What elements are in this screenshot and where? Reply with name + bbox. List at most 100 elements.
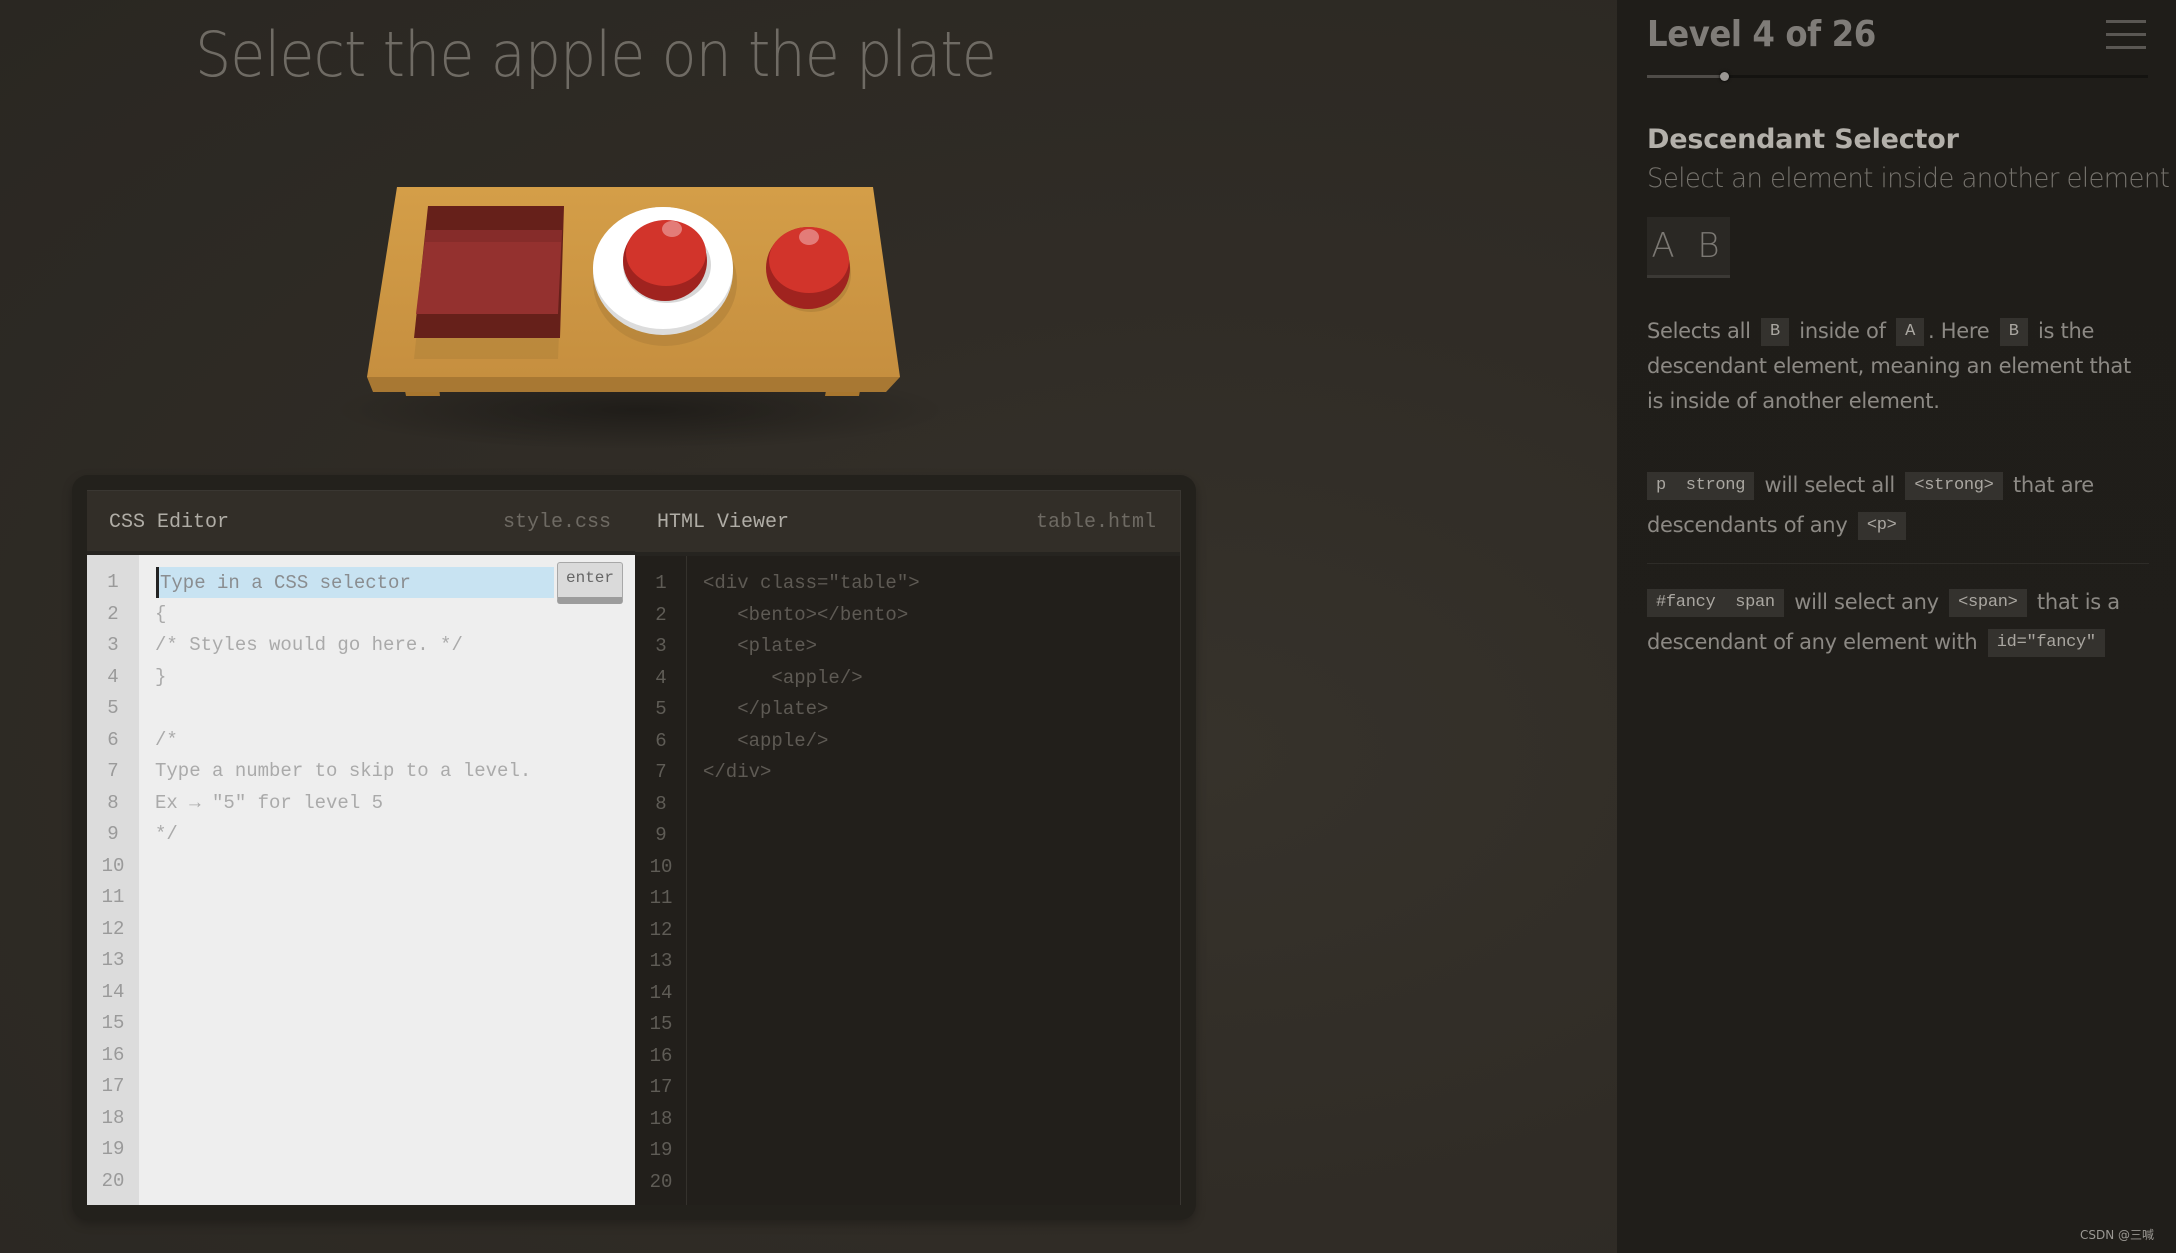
hamburger-icon-line [2106, 46, 2146, 49]
line-number: 12 [101, 917, 125, 940]
line-number: 14 [649, 981, 673, 1004]
example-tag: <strong> [1905, 472, 2003, 500]
line-number: 9 [655, 824, 667, 846]
hint-text: . Here [1927, 319, 1996, 343]
level-menu-button[interactable] [2106, 20, 2148, 58]
line-number: 5 [107, 697, 119, 719]
line-number: 14 [101, 980, 125, 1003]
hamburger-icon [2106, 20, 2146, 23]
code-line: /* [155, 728, 178, 751]
hint-text: Selects all [1647, 319, 1758, 343]
line-number: 16 [649, 1044, 673, 1067]
sidebar: Level 4 of 26 Descendant Selector Select… [1617, 0, 2176, 1253]
hint-code: B [1999, 318, 2028, 346]
line-number: 12 [649, 918, 673, 941]
example-text: will select all [1758, 473, 1902, 497]
line-number: 4 [107, 665, 119, 688]
watermark: CSDN @三喊 [2079, 1228, 2154, 1242]
html-line-gutter: 1 2 3 4 5 6 7 8 9 10 11 12 13 14 15 16 17 18 19 20 [635, 556, 687, 1205]
line-number: 9 [107, 823, 119, 845]
selector-examples: p strong will select all <strong> that a… [1647, 465, 2149, 680]
code-line: <apple/> [703, 729, 829, 752]
html-viewer-filename: table.html [1035, 511, 1156, 534]
example-selector: #fancy span [1647, 589, 1784, 617]
line-number: 2 [655, 603, 667, 626]
line-number: 18 [101, 1106, 125, 1129]
line-number: 13 [101, 949, 125, 971]
enter-button[interactable]: enter [557, 562, 623, 604]
example-text: will select any [1787, 590, 1946, 614]
css-editor-body: 1234567891011121314151617181920 enter {/… [87, 555, 635, 1205]
level-instruction: Select the apple on the plate [195, 18, 997, 91]
line-number: 4 [655, 666, 667, 689]
line-number: 15 [649, 1013, 673, 1035]
css-selector-input[interactable] [156, 567, 554, 598]
html-viewer-pane: HTML Viewer table.html 1 2 3 4 5 6 7 8 9 10 11 12 13… [635, 490, 1181, 1205]
hint-code: B [1761, 318, 1789, 346]
line-number: 7 [107, 760, 119, 782]
line-number: 15 [101, 1012, 125, 1034]
code-line: <div class="table"> [703, 572, 920, 594]
example-tag: <span> [1949, 589, 2027, 617]
html-viewer-header: HTML Viewer table.html [635, 491, 1180, 556]
level-progress-bar [1647, 72, 2148, 81]
line-number: 17 [649, 1076, 673, 1098]
line-number: 19 [649, 1139, 673, 1161]
line-number: 20 [101, 1169, 125, 1192]
level-indicator: Level 4 of 26 [1647, 14, 1876, 55]
bento[interactable] [414, 206, 564, 359]
code-line: <plate> [703, 635, 818, 657]
code-line: { [155, 602, 167, 625]
code-line: /* Styles would go here. */ [155, 634, 463, 656]
code-line: } [155, 665, 167, 688]
code-line: </plate> [703, 698, 829, 720]
css-editor-filename: style.css [502, 511, 611, 534]
line-number: 10 [101, 854, 125, 877]
line-number: 18 [649, 1107, 673, 1130]
line-number: 17 [101, 1075, 125, 1097]
code-editor: CSS Editor style.css 1 2 3 4 5 6 7 8 9 10 11 12 13 14… [72, 475, 1196, 1220]
line-number: 3 [655, 635, 667, 657]
line-number: 20 [649, 1170, 673, 1193]
line-number: 2 [107, 602, 119, 625]
table-front [367, 377, 900, 392]
line-number: 8 [655, 792, 667, 815]
hint-code: A [1896, 318, 1924, 346]
css-editor-title: CSS Editor [109, 511, 230, 534]
line-number: 1 [655, 572, 667, 594]
css-editor-header: CSS Editor style.css [87, 490, 635, 555]
game-area: Select the apple on the plate CSS Editor… [0, 0, 1617, 1253]
line-number: 8 [107, 791, 119, 814]
hint-text: inside of [1792, 319, 1893, 343]
code-line: Type a number to skip to a level. [155, 760, 532, 782]
table-illustration [340, 187, 940, 450]
html-viewer-title: HTML Viewer [657, 511, 790, 534]
line-number: 16 [101, 1043, 125, 1066]
code-line: </div> [703, 761, 772, 783]
selector-hint: Selects all B inside of A. Here B is the… [1647, 314, 2147, 419]
example-item: p strong will select all <strong> that a… [1647, 465, 2149, 563]
code-line: Ex → "5" for level 5 [155, 791, 384, 814]
code-line: <bento></bento> [703, 603, 909, 626]
line-number: 10 [649, 855, 673, 878]
selector-name: Descendant Selector [1647, 124, 1959, 155]
example-tag: <p> [1857, 512, 1906, 540]
line-number: 19 [101, 1138, 125, 1160]
code-line: */ [155, 823, 178, 845]
example-item: #fancy span will select any <span> that … [1647, 563, 2149, 680]
level-progress-fill [1647, 75, 1725, 78]
hamburger-icon-line [2106, 33, 2146, 36]
line-number: 7 [655, 761, 667, 783]
example-tag: id="fancy" [1987, 629, 2105, 657]
apple-on-plate[interactable] [623, 220, 707, 301]
line-number: 5 [655, 698, 667, 720]
css-editor-pane: CSS Editor style.css 1 2 3 4 5 6 7 8 9 10 11 12 13 14… [87, 490, 635, 1205]
line-number: 6 [107, 728, 119, 751]
level-progress-knob [1720, 72, 1730, 81]
table-scene [340, 170, 940, 460]
html-viewer-body: 1 2 3 4 5 6 7 8 9 10 11 12 13 14 15 16 17 18 19 20 <div cla… [635, 556, 1180, 1205]
line-number: 11 [101, 886, 125, 908]
css-line-gutter: 1 2 3 4 5 6 7 8 9 10 11 12 13 14 15 16 17 18 19 20 [87, 555, 139, 1205]
line-number: 6 [655, 729, 667, 752]
line-number: 3 [107, 634, 119, 656]
